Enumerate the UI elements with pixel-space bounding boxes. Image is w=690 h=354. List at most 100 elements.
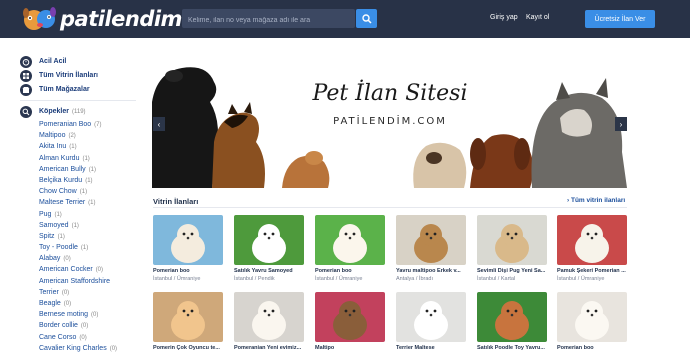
- search-button[interactable]: [356, 9, 377, 28]
- subcategory-label: Pug: [39, 210, 52, 218]
- listing-title[interactable]: Satılık Poodle Toy Yavru...: [477, 345, 547, 351]
- subcategory-item[interactable]: Cavalier King Charles (0): [39, 343, 140, 354]
- listing-location: İstanbul / Pendik: [234, 276, 275, 282]
- listing-title[interactable]: Maltipo: [315, 345, 385, 351]
- listing-title[interactable]: Sevimli Dişi Pug Yeni Sa...: [477, 268, 547, 274]
- subcategory-label: Belçika Kurdu: [39, 176, 83, 184]
- subcategory-label: Toy - Poodle: [39, 244, 78, 252]
- listing-card[interactable]: Pomerian boo İstanbul / Ümraniye: [315, 215, 385, 282]
- subcategory-count: (0): [63, 256, 71, 263]
- subcategory-item[interactable]: Terrier (0): [39, 287, 140, 298]
- listing-card[interactable]: Satılık Poodle Toy Yavru...: [477, 292, 547, 351]
- listing-title[interactable]: Satılık Yavru Samoyed: [234, 268, 304, 274]
- listing-location: İstanbul / Kartal: [477, 276, 516, 282]
- subcategory-count: (0): [95, 267, 104, 274]
- section-divider: [153, 207, 627, 208]
- subcategory-item[interactable]: Alman Kurdu (1): [39, 153, 140, 164]
- sidebar-item-label: Tüm Mağazalar: [39, 86, 90, 93]
- listing-card[interactable]: Pomerian boo: [557, 292, 627, 351]
- subcategory-count: (7): [94, 122, 102, 128]
- subcategory-label: Beagle: [39, 300, 61, 307]
- listing-photo: [315, 215, 385, 265]
- banner-title: Pet İlan Sitesi: [312, 79, 468, 106]
- subcategory-item[interactable]: Beagle (0): [39, 298, 140, 309]
- logo-text: patilendim: [60, 7, 182, 31]
- subcategory-item[interactable]: Belçika Kurdu (1): [39, 175, 140, 186]
- carousel-prev-button[interactable]: ‹: [153, 117, 165, 131]
- subcategory-item[interactable]: American Staffordshire: [39, 276, 140, 287]
- post-free-ad-button[interactable]: Ücretsiz İlan Ver: [585, 10, 655, 28]
- subcategory-count: (1): [69, 144, 77, 151]
- subcategory-count: (0): [80, 323, 89, 330]
- listing-card[interactable]: Pomerian boo İstanbul / Ümraniye: [153, 215, 223, 282]
- listing-photo: [153, 292, 223, 342]
- subcategory-count: (1): [82, 155, 90, 162]
- subcategory-label: Pomeranian Boo: [39, 121, 92, 128]
- listing-title[interactable]: Pomerin Çok Oyuncu te...: [153, 345, 223, 351]
- listing-card[interactable]: Yavru maltipoo Erkek v... Antalya / İbrad…: [396, 215, 466, 282]
- subcategory-item[interactable]: Cane Corso (0): [39, 332, 140, 343]
- listing-title[interactable]: Yavru maltipoo Erkek v...: [396, 268, 466, 274]
- all-showcase-link[interactable]: › Tüm vitrin ilanları: [567, 197, 625, 204]
- subcategory-item[interactable]: Bernese moting (0): [39, 309, 140, 320]
- carousel-next-button[interactable]: ›: [615, 117, 627, 131]
- search-field[interactable]: [182, 9, 355, 30]
- subcategory-item[interactable]: Akita Inu (1): [39, 141, 140, 152]
- listing-location: Antalya / İbradı: [396, 276, 433, 282]
- login-link[interactable]: Giriş yap: [490, 14, 518, 21]
- subcategory-label: Akita Inu: [39, 143, 67, 151]
- listing-title[interactable]: Pomeranian Yeni evimiz...: [234, 345, 304, 351]
- subcategory-label: Spitz: [39, 232, 55, 240]
- subcategory-label: Cavalier King Charles: [39, 344, 107, 352]
- subcategory-count: (0): [79, 334, 87, 341]
- subcategory-count: (1): [88, 166, 97, 173]
- subcategory-count: (1): [80, 245, 89, 252]
- sidebar-item-label: Tüm Vitrin İlanları: [39, 72, 98, 79]
- subcategory-item[interactable]: Toy - Poodle (1): [39, 242, 140, 253]
- listing-card[interactable]: Satılık Yavru Samoyed İstanbul / Pendik: [234, 215, 304, 282]
- site-logo[interactable]: patilendim: [22, 5, 182, 33]
- subcategory-count: (1): [71, 222, 79, 229]
- listing-title[interactable]: Terrier Maltese: [396, 345, 466, 351]
- category-dogs[interactable]: Köpekler (119): [20, 105, 140, 118]
- subcategory-item[interactable]: Alabay (0): [39, 253, 140, 264]
- listing-card[interactable]: Pomeranian Yeni evimiz...: [234, 292, 304, 351]
- listing-title[interactable]: Pomerian boo: [557, 345, 627, 351]
- listing-photo: [315, 292, 385, 342]
- listing-title[interactable]: Pomerian boo: [315, 268, 385, 274]
- listing-title[interactable]: Pamuk Şekeri Pomerian ...: [557, 268, 627, 274]
- subcategory-item[interactable]: Samoyed (1): [39, 220, 140, 231]
- subcategory-item[interactable]: American Cocker (0): [39, 264, 140, 275]
- sidebar-item-acil[interactable]: Acil Acil: [20, 55, 140, 68]
- listing-card[interactable]: Pomerin Çok Oyuncu te...: [153, 292, 223, 351]
- listing-photo: [477, 292, 547, 342]
- subcategory-item[interactable]: Spitz (1): [39, 231, 140, 242]
- register-link[interactable]: Kayıt ol: [526, 14, 549, 21]
- all-showcase-link-label: Tüm vitrin ilanları: [570, 197, 626, 204]
- dogs-banner-image: Pet İlan Sitesi PATİLENDİM.COM: [152, 62, 627, 188]
- subcategory-item[interactable]: Chow Chow (1): [39, 186, 140, 197]
- subcategory-item[interactable]: Pug (1): [39, 209, 140, 220]
- category-label: Köpekler: [39, 108, 69, 115]
- subcategory-label: Alabay: [39, 255, 61, 263]
- subcategory-count: (0): [61, 289, 70, 296]
- listing-card[interactable]: Pamuk Şekeri Pomerian ... İstanbul / Ümra…: [557, 215, 627, 282]
- hero-banner[interactable]: Pet İlan Sitesi PATİLENDİM.COM: [152, 62, 627, 188]
- subcategory-item[interactable]: Border collie (0): [39, 320, 140, 331]
- listing-card[interactable]: Sevimli Dişi Pug Yeni Sa... İstanbul / Ka…: [477, 215, 547, 282]
- subcategory-item[interactable]: Pomeranian Boo (7): [39, 119, 140, 130]
- listing-card[interactable]: Maltipo: [315, 292, 385, 351]
- subcategory-count: (0): [91, 312, 99, 319]
- listing-photo: [396, 215, 466, 265]
- listing-title[interactable]: Pomerian boo: [153, 268, 223, 274]
- subcategory-item[interactable]: Maltese Terrier (1): [39, 197, 140, 208]
- sidebar-item-vitrin[interactable]: Tüm Vitrin İlanları: [20, 69, 140, 82]
- top-navbar: patilendim Giriş yap Kayıt ol Ücretsiz İ…: [0, 0, 690, 38]
- dogs-logo-icon: [22, 5, 58, 33]
- search-input[interactable]: [182, 11, 355, 30]
- subcategory-item[interactable]: American Bully (1): [39, 164, 140, 175]
- subcategory-item[interactable]: Maltipoo (2): [39, 130, 140, 141]
- listing-card[interactable]: Terrier Maltese: [396, 292, 466, 351]
- sidebar-item-magazalar[interactable]: Tüm Mağazalar: [20, 83, 140, 96]
- alarm-clock-icon: [20, 55, 32, 68]
